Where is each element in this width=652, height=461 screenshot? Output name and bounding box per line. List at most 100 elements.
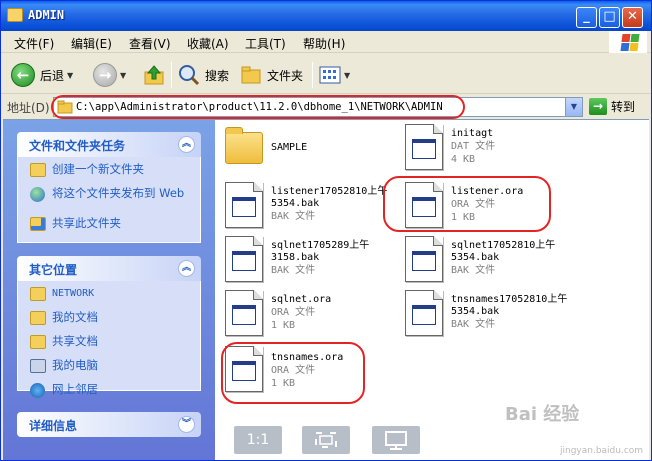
menu-view[interactable]: 查看(V) (129, 35, 171, 52)
file-name: sqlnet17052810上午5354.bak (451, 240, 556, 263)
file-type: BAK 文件 (451, 265, 496, 276)
chevron-down-icon: ▼ (67, 70, 74, 80)
collapse-icon[interactable]: ︽ (178, 260, 195, 277)
folders-icon (241, 66, 261, 84)
other-places-body: NETWORK 我的文档 共享文档 我的电脑 网上邻居 (17, 281, 201, 398)
file-type: BAK 文件 (271, 211, 316, 222)
document-icon (225, 182, 263, 228)
file-list: SAMPLE initagt DAT 文件 4 KB listener17052… (215, 120, 649, 460)
folder-icon (225, 127, 263, 164)
expand-icon[interactable]: ︾ (178, 416, 195, 433)
task-new-folder[interactable]: 创建一个新文件夹 (30, 163, 200, 183)
file-type: ORA 文件 (271, 307, 316, 318)
file-item[interactable]: listener17052810上午5354.bak BAK 文件 (225, 182, 405, 232)
other-places-panel: 其它位置 ︽ NETWORK 我的文档 共享文档 我的电脑 网上邻居 (17, 256, 201, 398)
place-label: 我的文档 (52, 310, 98, 324)
file-name: sqlnet1705289上午3158.bak (271, 240, 370, 263)
address-highlight-annotation (51, 95, 465, 119)
menu-edit[interactable]: 编辑(E) (71, 35, 112, 52)
maximize-button[interactable]: □ (599, 7, 620, 28)
task-label: 创建一个新文件夹 (52, 162, 144, 176)
document-icon (405, 290, 443, 336)
collapse-icon[interactable]: ︽ (178, 136, 195, 153)
details-panel: 详细信息 ︾ (17, 412, 201, 437)
file-name: tnsnames17052810上午5354.bak (451, 294, 568, 317)
file-item[interactable]: sqlnet17052810上午5354.bak BAK 文件 (405, 236, 585, 286)
listener-highlight-annotation (383, 176, 551, 232)
file-item[interactable]: SAMPLE (225, 127, 405, 178)
views-grid-icon (319, 66, 341, 84)
menu-favorites[interactable]: 收藏(A) (187, 35, 229, 52)
content-area: 文件和文件夹任务 ︽ 创建一个新文件夹 将这个文件夹发布到 Web 共享此文件夹 (3, 119, 649, 460)
go-button[interactable]: → 转到 (589, 98, 635, 115)
file-name: listener17052810上午5354.bak (271, 186, 388, 209)
slideshow-icon (385, 431, 407, 450)
task-pane: 文件和文件夹任务 ︽ 创建一个新文件夹 将这个文件夹发布到 Web 共享此文件夹 (3, 120, 215, 460)
views-button[interactable]: ▼ (319, 62, 350, 88)
computer-icon (30, 359, 46, 373)
watermark-logo: Bai 经验 (505, 404, 580, 425)
search-label: 搜索 (205, 68, 230, 83)
slideshow-button[interactable] (372, 426, 420, 454)
place-label: 共享文档 (52, 334, 98, 348)
windows-logo-icon (609, 31, 647, 53)
task-share-folder[interactable]: 共享此文件夹 (30, 217, 200, 237)
folders-button[interactable]: 文件夹 (239, 62, 303, 88)
file-size: 1 KB (271, 320, 296, 331)
place-network[interactable]: NETWORK (30, 287, 200, 307)
task-label: 将这个文件夹发布到 Web (52, 186, 185, 200)
document-icon (405, 124, 443, 170)
chevron-down-icon: ▼ (344, 70, 351, 80)
folder-icon (7, 8, 23, 22)
document-icon (225, 236, 263, 282)
toolbar-divider (312, 62, 313, 88)
forward-arrow-icon: → (93, 63, 117, 87)
details-title: 详细信息 (29, 419, 78, 433)
task-publish-web[interactable]: 将这个文件夹发布到 Web (30, 187, 200, 213)
explorer-window: ADMIN _ □ ✕ 文件(F) 编辑(E) 查看(V) 收藏(A) 工具(T… (0, 0, 652, 461)
window-title: ADMIN (28, 8, 65, 22)
file-tasks-header[interactable]: 文件和文件夹任务 ︽ (17, 132, 201, 157)
menu-file[interactable]: 文件(F) (14, 35, 54, 52)
document-icon (405, 236, 443, 282)
file-name: SAMPLE (271, 142, 308, 153)
search-button[interactable]: 搜索 (177, 62, 229, 88)
file-name: initagt (451, 128, 494, 139)
other-places-header[interactable]: 其它位置 ︽ (17, 256, 201, 281)
share-folder-icon (30, 217, 46, 231)
globe-icon (30, 187, 45, 202)
title-bar[interactable]: ADMIN _ □ ✕ (1, 1, 651, 31)
file-type: DAT 文件 (451, 141, 496, 152)
place-my-computer[interactable]: 我的电脑 (30, 359, 200, 379)
fit-screen-button[interactable] (302, 426, 350, 454)
folders-label: 文件夹 (267, 68, 304, 83)
file-type: BAK 文件 (271, 265, 316, 276)
place-label: 网上邻居 (52, 382, 98, 396)
close-button[interactable]: ✕ (622, 7, 643, 28)
shared-folder-icon (30, 335, 46, 349)
file-item[interactable]: sqlnet.ora ORA 文件 1 KB (225, 290, 405, 340)
back-arrow-icon: ← (11, 63, 35, 87)
back-label: 后退 (40, 68, 65, 83)
menu-help[interactable]: 帮助(H) (303, 35, 345, 52)
details-header[interactable]: 详细信息 ︾ (17, 412, 201, 437)
file-item[interactable]: sqlnet1705289上午3158.bak BAK 文件 (225, 236, 405, 286)
back-button[interactable]: ← 后退 ▼ (11, 62, 73, 88)
forward-button[interactable]: → ▼ (93, 62, 126, 88)
actual-size-button[interactable]: 1:1 (234, 426, 282, 454)
up-button[interactable] (143, 62, 165, 88)
menu-bar: 文件(F) 编辑(E) 查看(V) 收藏(A) 工具(T) 帮助(H) (1, 31, 651, 53)
file-name: sqlnet.ora (271, 294, 332, 305)
document-icon (225, 290, 263, 336)
address-dropdown-button[interactable]: ▼ (565, 98, 582, 116)
documents-folder-icon (30, 311, 46, 325)
minimize-button[interactable]: _ (576, 7, 597, 28)
place-network-places[interactable]: 网上邻居 (30, 383, 200, 403)
file-item[interactable]: initagt DAT 文件 4 KB (405, 124, 585, 174)
place-my-documents[interactable]: 我的文档 (30, 311, 200, 331)
file-item[interactable]: tnsnames17052810上午5354.bak BAK 文件 (405, 290, 585, 340)
place-shared-documents[interactable]: 共享文档 (30, 335, 200, 355)
file-type: BAK 文件 (451, 319, 496, 330)
place-label: NETWORK (52, 288, 95, 299)
menu-tools[interactable]: 工具(T) (245, 35, 286, 52)
